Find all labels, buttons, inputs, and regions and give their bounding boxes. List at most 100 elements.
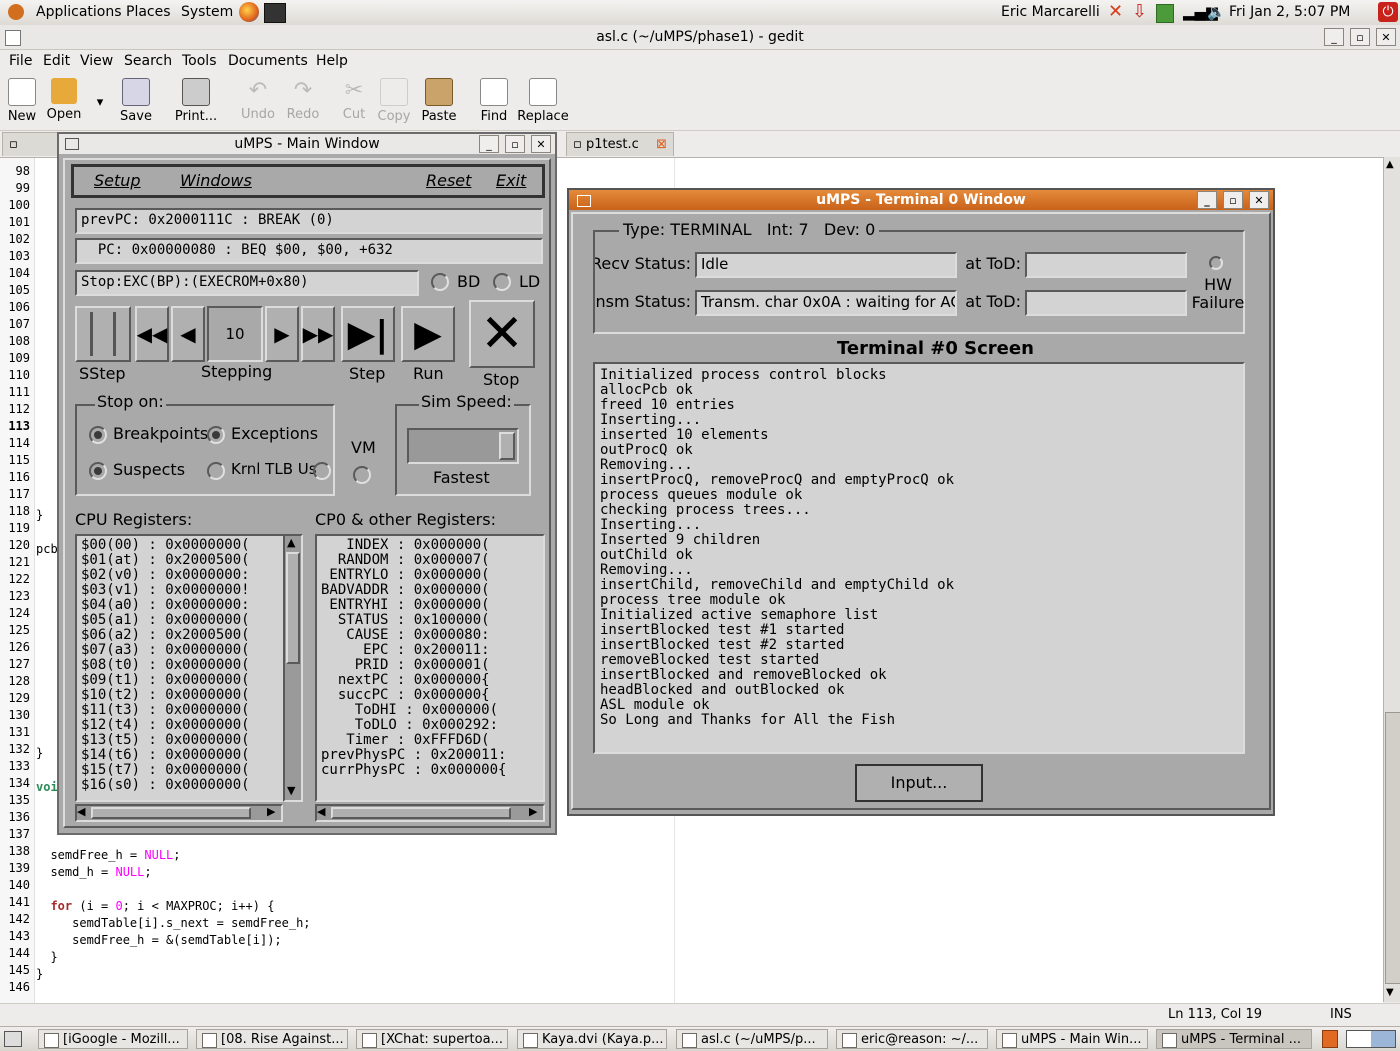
cpu-hscroll-thumb[interactable] xyxy=(91,807,251,819)
user-name[interactable]: Eric Marcarelli xyxy=(1001,4,1100,20)
cpu-registers-list[interactable]: $00(00) : 0x0000000($01(at) : 0x2000500(… xyxy=(75,534,303,802)
fast-forward-button[interactable]: ▶▶ xyxy=(301,306,335,362)
step-back-button[interactable]: ◀ xyxy=(171,306,205,362)
battery-tray-icon[interactable] xyxy=(1156,4,1174,23)
sim-speed-slider[interactable] xyxy=(407,428,519,464)
show-desktop-icon[interactable] xyxy=(4,1031,22,1047)
scroll-down-arrow-icon[interactable]: ▼ xyxy=(287,784,295,797)
ld-radio[interactable] xyxy=(493,273,511,291)
terminal-screen[interactable]: Initialized process control blocks allocP… xyxy=(593,362,1245,754)
copy-button[interactable]: Copy xyxy=(376,78,412,124)
window-menu-icon[interactable] xyxy=(577,195,591,207)
tab-types[interactable]: ▫ types xyxy=(2,132,62,176)
scrollbar-thumb[interactable] xyxy=(1385,712,1400,984)
power-icon[interactable]: ⏻ xyxy=(1378,2,1398,22)
breakpoints-radio[interactable] xyxy=(89,426,107,444)
editor-scrollbar[interactable]: ▲ ▼ xyxy=(1383,157,1400,1002)
main-maximize-button[interactable]: ▫ xyxy=(505,135,525,153)
main-minimize-button[interactable]: _ xyxy=(479,135,499,153)
menu-search[interactable]: Search xyxy=(124,53,172,69)
redo-button[interactable]: ↷ Redo xyxy=(285,78,321,122)
maximize-button[interactable]: ▫ xyxy=(1350,28,1370,46)
taskbar-item[interactable]: [XChat: supertoa... xyxy=(356,1029,508,1049)
terminal-close-button[interactable]: ✕ xyxy=(1249,191,1269,209)
menu-reset[interactable]: Reset xyxy=(426,171,471,190)
minimize-button[interactable]: _ xyxy=(1324,28,1344,46)
workspace-switcher-icon[interactable] xyxy=(1346,1030,1396,1048)
taskbar-item[interactable]: uMPS - Terminal ... xyxy=(1156,1029,1312,1049)
window-menu-icon[interactable] xyxy=(65,138,79,150)
menu-view[interactable]: View xyxy=(80,53,113,69)
system-menu[interactable]: System xyxy=(181,4,233,20)
terminal-maximize-button[interactable]: ▫ xyxy=(1223,191,1243,209)
hw-failure-radio[interactable] xyxy=(1209,256,1223,270)
cp0-hscroll-thumb[interactable] xyxy=(331,807,511,819)
suspects-radio[interactable] xyxy=(89,462,107,480)
scroll-left-arrow-icon[interactable]: ◀ xyxy=(77,805,85,818)
close-button[interactable]: ✕ xyxy=(1376,28,1396,46)
open-recent-dropdown[interactable]: ▾ xyxy=(92,95,108,110)
applications-menu[interactable]: Applications xyxy=(36,4,122,20)
stop-button[interactable]: ✕ xyxy=(469,300,535,368)
step-forward-button[interactable]: ▶ xyxy=(265,306,299,362)
update-tray-icon[interactable]: ⇩ xyxy=(1132,2,1147,22)
new-button[interactable]: New xyxy=(6,78,38,124)
terminal-minimize-button[interactable]: _ xyxy=(1197,191,1217,209)
save-button[interactable]: Save xyxy=(118,78,154,124)
menu-documents[interactable]: Documents xyxy=(228,53,308,69)
menu-exit[interactable]: Exit xyxy=(496,171,526,190)
taskbar-item[interactable]: uMPS - Main Win... xyxy=(996,1029,1148,1049)
cpu-registers-vscroll[interactable]: ▲ ▼ xyxy=(283,534,303,802)
user-tlb-radio[interactable] xyxy=(313,462,331,480)
scroll-right-arrow-icon[interactable]: ▶ xyxy=(267,805,275,818)
scroll-left-arrow-icon[interactable]: ◀ xyxy=(317,805,325,818)
cpu-registers-hscroll[interactable]: ◀ ▶ xyxy=(75,804,283,822)
input-button[interactable]: Input... xyxy=(855,764,983,802)
find-button[interactable]: Find xyxy=(478,78,510,124)
menu-setup[interactable]: Setup xyxy=(94,171,141,190)
clock[interactable]: Fri Jan 2, 5:07 PM xyxy=(1229,4,1350,20)
cp0-registers-hscroll[interactable]: ◀ ▶ xyxy=(315,804,545,822)
taskbar-item[interactable]: [08. Rise Against... xyxy=(196,1029,348,1049)
close-tab-icon[interactable]: ⊠ xyxy=(656,133,667,157)
scroll-down-arrow-icon[interactable]: ▼ xyxy=(1386,987,1394,998)
volume-tray-icon[interactable]: 🔈 xyxy=(1207,3,1226,21)
taskbar-item[interactable]: [iGoogle - Mozill... xyxy=(38,1029,188,1049)
fast-rewind-button[interactable]: ◀◀ xyxy=(135,306,169,362)
taskbar-item[interactable]: Kaya.dvi (Kaya.p... xyxy=(517,1029,667,1049)
menu-file[interactable]: File xyxy=(9,53,32,69)
scroll-up-arrow-icon[interactable]: ▲ xyxy=(1386,159,1394,170)
print-button[interactable]: Print... xyxy=(174,78,218,124)
run-button[interactable]: ▶ xyxy=(401,306,455,362)
scroll-right-arrow-icon[interactable]: ▶ xyxy=(529,805,537,818)
open-button[interactable]: Open xyxy=(45,78,83,122)
xchat-tray-icon[interactable]: ✕ xyxy=(1108,2,1123,22)
sim-speed-slider-thumb[interactable] xyxy=(499,432,515,460)
replace-button[interactable]: Replace xyxy=(516,78,570,124)
cp0-registers-list[interactable]: INDEX : 0x000000( RANDOM : 0x000007( ENT… xyxy=(315,534,545,802)
terminal-launcher-icon[interactable] xyxy=(264,3,286,23)
firefox-launcher-icon[interactable] xyxy=(239,2,259,22)
scroll-up-arrow-icon[interactable]: ▲ xyxy=(287,536,295,549)
ubuntu-logo-icon[interactable] xyxy=(8,4,24,20)
paste-button[interactable]: Paste xyxy=(420,78,458,124)
exceptions-radio[interactable] xyxy=(207,426,225,444)
trash-icon[interactable] xyxy=(1322,1030,1338,1048)
taskbar-item[interactable]: asl.c (~/uMPS/p... xyxy=(676,1029,828,1049)
step-button[interactable]: ▶| xyxy=(341,306,395,362)
cpu-vscroll-thumb[interactable] xyxy=(286,552,300,664)
places-menu[interactable]: Places xyxy=(126,4,171,20)
bd-radio[interactable] xyxy=(431,273,449,291)
vm-radio[interactable] xyxy=(353,466,371,484)
main-close-button[interactable]: ✕ xyxy=(531,135,551,153)
menu-windows[interactable]: Windows xyxy=(180,171,252,190)
cut-button[interactable]: ✂ Cut xyxy=(340,78,368,122)
taskbar-item[interactable]: eric@reason: ~/... xyxy=(836,1029,988,1049)
menu-tools[interactable]: Tools xyxy=(182,53,217,69)
sstep-button[interactable] xyxy=(75,306,131,362)
krnl-tlb-radio[interactable] xyxy=(207,462,225,480)
tab-p1test[interactable]: ▫ p1test.c ⊠ xyxy=(566,132,674,156)
undo-button[interactable]: ↶ Undo xyxy=(240,78,276,122)
menu-help[interactable]: Help xyxy=(316,53,348,69)
menu-edit[interactable]: Edit xyxy=(43,53,70,69)
